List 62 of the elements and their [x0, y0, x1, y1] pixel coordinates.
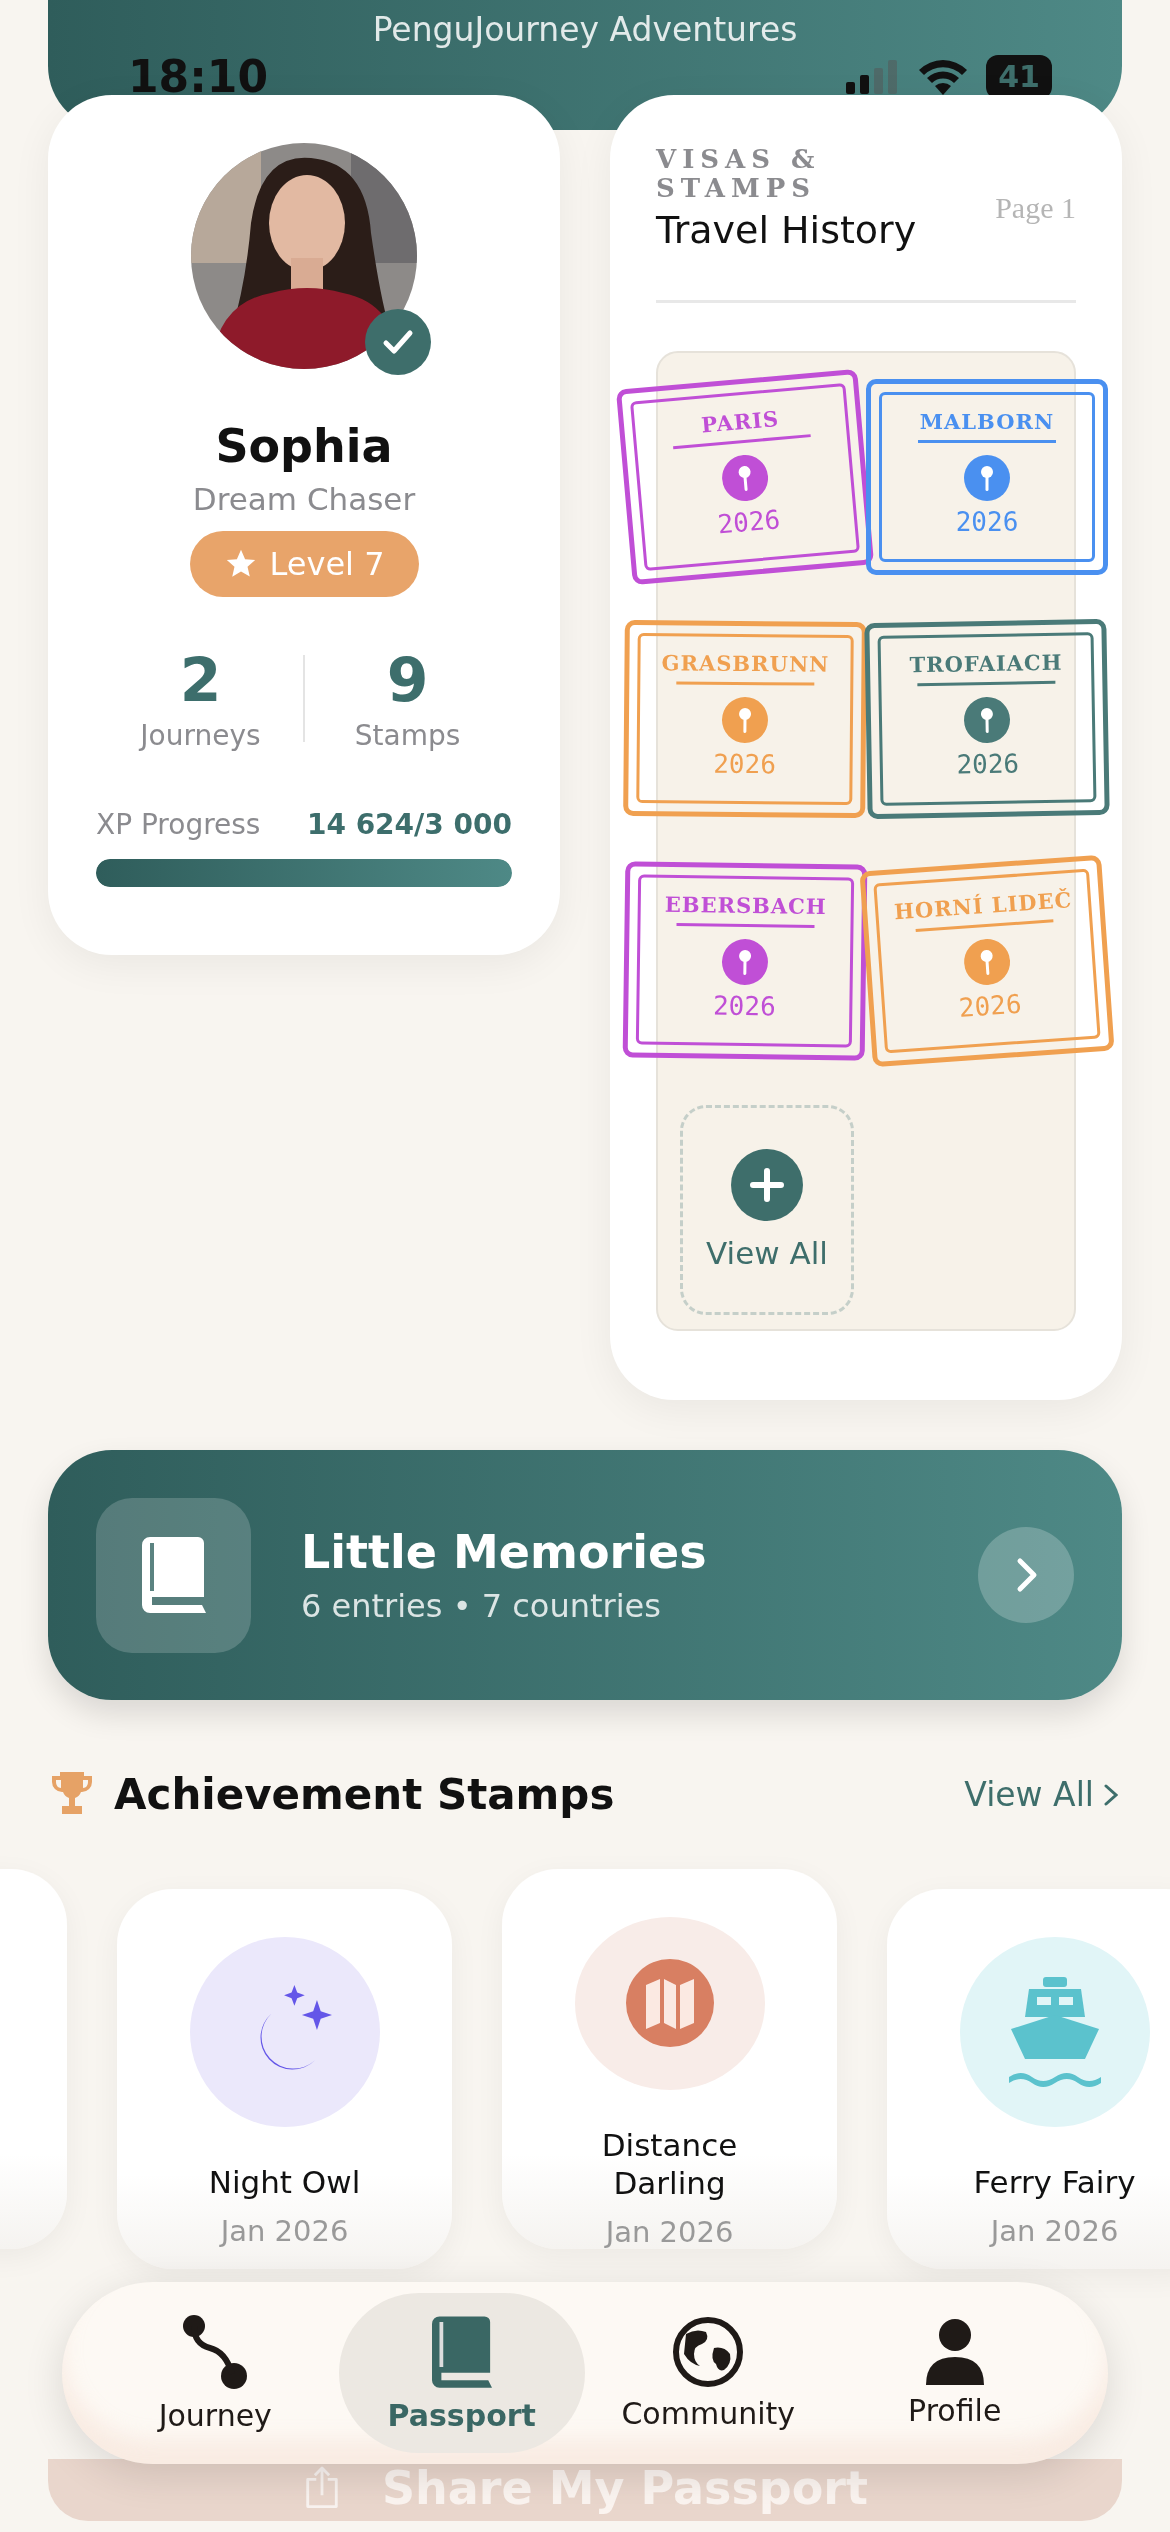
tab-item[interactable]: Community: [585, 2293, 832, 2453]
page-number: Page 1: [995, 191, 1076, 225]
achievement-date: Jan 2026: [990, 2213, 1119, 2248]
book-icon: [431, 2313, 492, 2390]
memories-card[interactable]: Little Memories 6 entries • 7 countries: [48, 1450, 1122, 1700]
stamp-city: PARIS: [700, 406, 781, 438]
xp-label: XP Progress: [96, 808, 261, 841]
section-eyebrow: VISAS & STAMPS: [656, 145, 822, 203]
stamp-year: 2026: [713, 748, 777, 780]
achievement-name: Night Owl: [207, 2163, 362, 2202]
achievement-card[interactable]: Ferry Fairy Jan 2026: [887, 1889, 1170, 2269]
stamp-city: HORNÍ LIDEČ: [893, 887, 1073, 925]
pin-icon: [721, 938, 769, 986]
pin-icon: [721, 697, 769, 744]
stamp-year: 2026: [957, 988, 1023, 1024]
stat-value: 2: [179, 647, 222, 713]
stamp-year: 2026: [716, 504, 782, 540]
achievement-date: Jan 2026: [605, 2215, 734, 2249]
tab-item[interactable]: Journey: [92, 2293, 339, 2453]
stat-label: Stamps: [354, 719, 461, 752]
pin-icon: [963, 696, 1011, 744]
stamp-city: TROFAIACH: [909, 649, 1063, 678]
pin-icon: [964, 455, 1010, 502]
stamp-city: GRASBRUNN: [661, 650, 830, 677]
achievement-date: Jan 2026: [220, 2213, 349, 2248]
stamp-year: 2026: [955, 507, 1019, 538]
chevron-right-icon: [1104, 1783, 1118, 1806]
achievements-title: Achievement Stamps: [114, 1770, 616, 1819]
profile-title: Dream Chaser: [192, 481, 416, 517]
stamp-city: EBERSBACH: [664, 892, 827, 920]
xp-value: 14 624/3 000: [306, 808, 512, 841]
ship-icon: [1006, 1977, 1103, 2087]
achievement-name: Ferry Fairy: [972, 2163, 1137, 2202]
stat-label: Journeys: [140, 719, 261, 752]
memories-subtitle: 6 entries • 7 countries: [301, 1587, 662, 1625]
profile-name: Sophia: [215, 419, 393, 473]
globe-icon: [672, 2315, 745, 2388]
pin-icon: [962, 937, 1012, 987]
achievement-card[interactable]: Distance Darling Jan 2026: [502, 1869, 837, 2249]
view-all-link[interactable]: View All: [964, 1775, 1118, 1814]
person-icon: [923, 2318, 986, 2385]
stat-value: 9: [386, 647, 429, 713]
wifi-icon: [918, 58, 969, 95]
tab-item[interactable]: Profile: [831, 2293, 1078, 2453]
map-icon: [625, 1959, 714, 2048]
tab-item[interactable]: Passport: [338, 2293, 585, 2453]
passport-title: Travel History: [656, 208, 917, 253]
plus-icon: [731, 1149, 803, 1222]
route-icon: [182, 2313, 249, 2390]
level-label: Level 7: [269, 545, 385, 583]
achievement-name: Distance Darling: [600, 2125, 739, 2203]
status-time: 18:10: [128, 51, 269, 102]
book-icon: [141, 1537, 206, 1613]
stamp-year: 2026: [712, 990, 776, 1022]
pin-icon: [720, 453, 770, 504]
memories-title: Little Memories: [301, 1525, 708, 1579]
stamp-city: MALBORN: [919, 409, 1055, 435]
stamp-year: 2026: [956, 748, 1020, 780]
achievement-card[interactable]: Night Owl Jan 2026: [117, 1889, 452, 2269]
chevron-right-icon[interactable]: [978, 1527, 1074, 1623]
app-title: PenguJourney Adventures: [371, 10, 799, 49]
view-all-stamps-button[interactable]: View All: [680, 1105, 854, 1316]
